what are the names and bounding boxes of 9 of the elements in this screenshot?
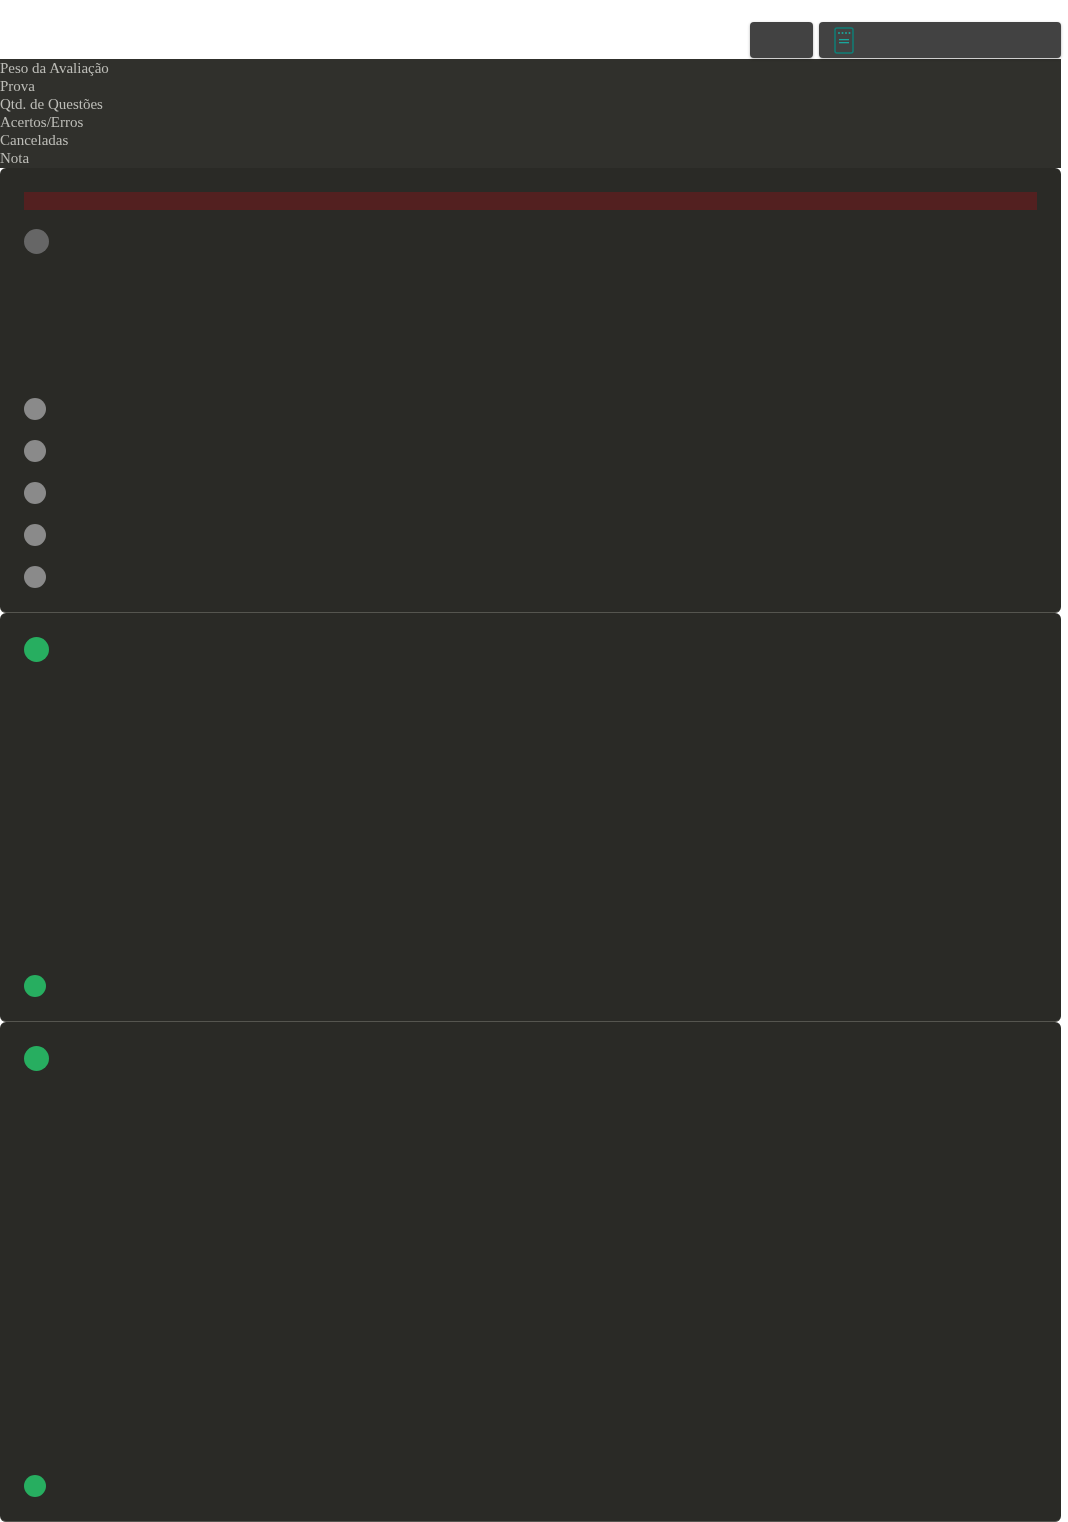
column-label: Peso da Avaliação xyxy=(0,60,109,76)
column-label: Canceladas xyxy=(0,132,69,148)
column-label: Acertos/Erros xyxy=(0,114,84,130)
document-icon xyxy=(834,26,854,54)
blank-button[interactable] xyxy=(750,22,813,58)
document-button[interactable] xyxy=(819,22,1061,58)
column-label: Prova xyxy=(0,78,35,94)
column-label: Nota xyxy=(0,150,30,166)
column-label: Qtd. de Questões xyxy=(0,96,103,112)
